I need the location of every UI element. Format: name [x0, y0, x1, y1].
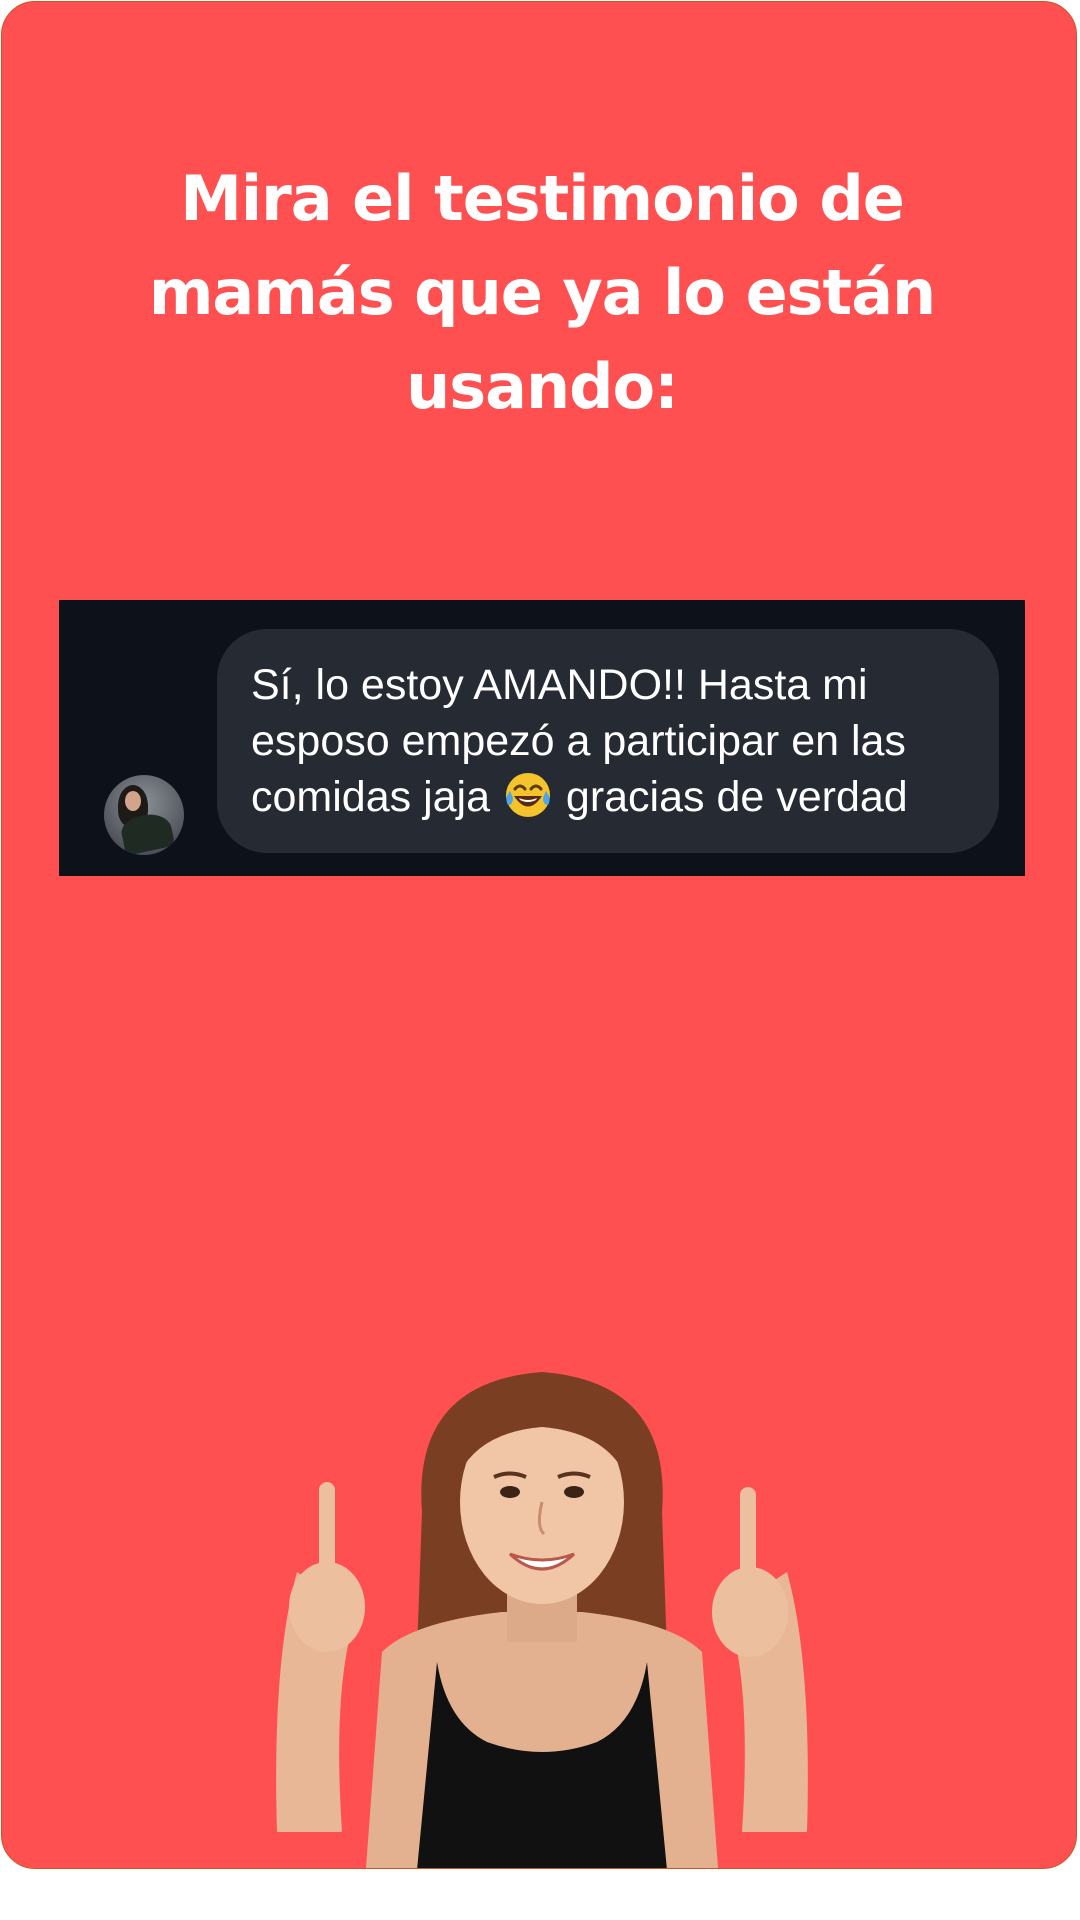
smiling-woman-pointing-up	[276, 1372, 808, 1868]
avatar	[104, 775, 184, 855]
headline: Mira el testimonio de mamás que ya lo es…	[148, 162, 936, 423]
card: Mira el testimonio de mamás que ya lo es…	[1, 1, 1077, 1869]
message-text-part-2: gracias de verdad	[553, 773, 908, 821]
face-with-tears-of-joy-icon	[505, 773, 550, 817]
message-text: Sí, lo estoy AMANDO!! Hasta mi esposo em…	[251, 657, 979, 825]
testimonial-chat-screenshot: Sí, lo estoy AMANDO!! Hasta mi esposo em…	[59, 600, 1025, 876]
message-bubble: Sí, lo estoy AMANDO!! Hasta mi esposo em…	[217, 629, 999, 853]
